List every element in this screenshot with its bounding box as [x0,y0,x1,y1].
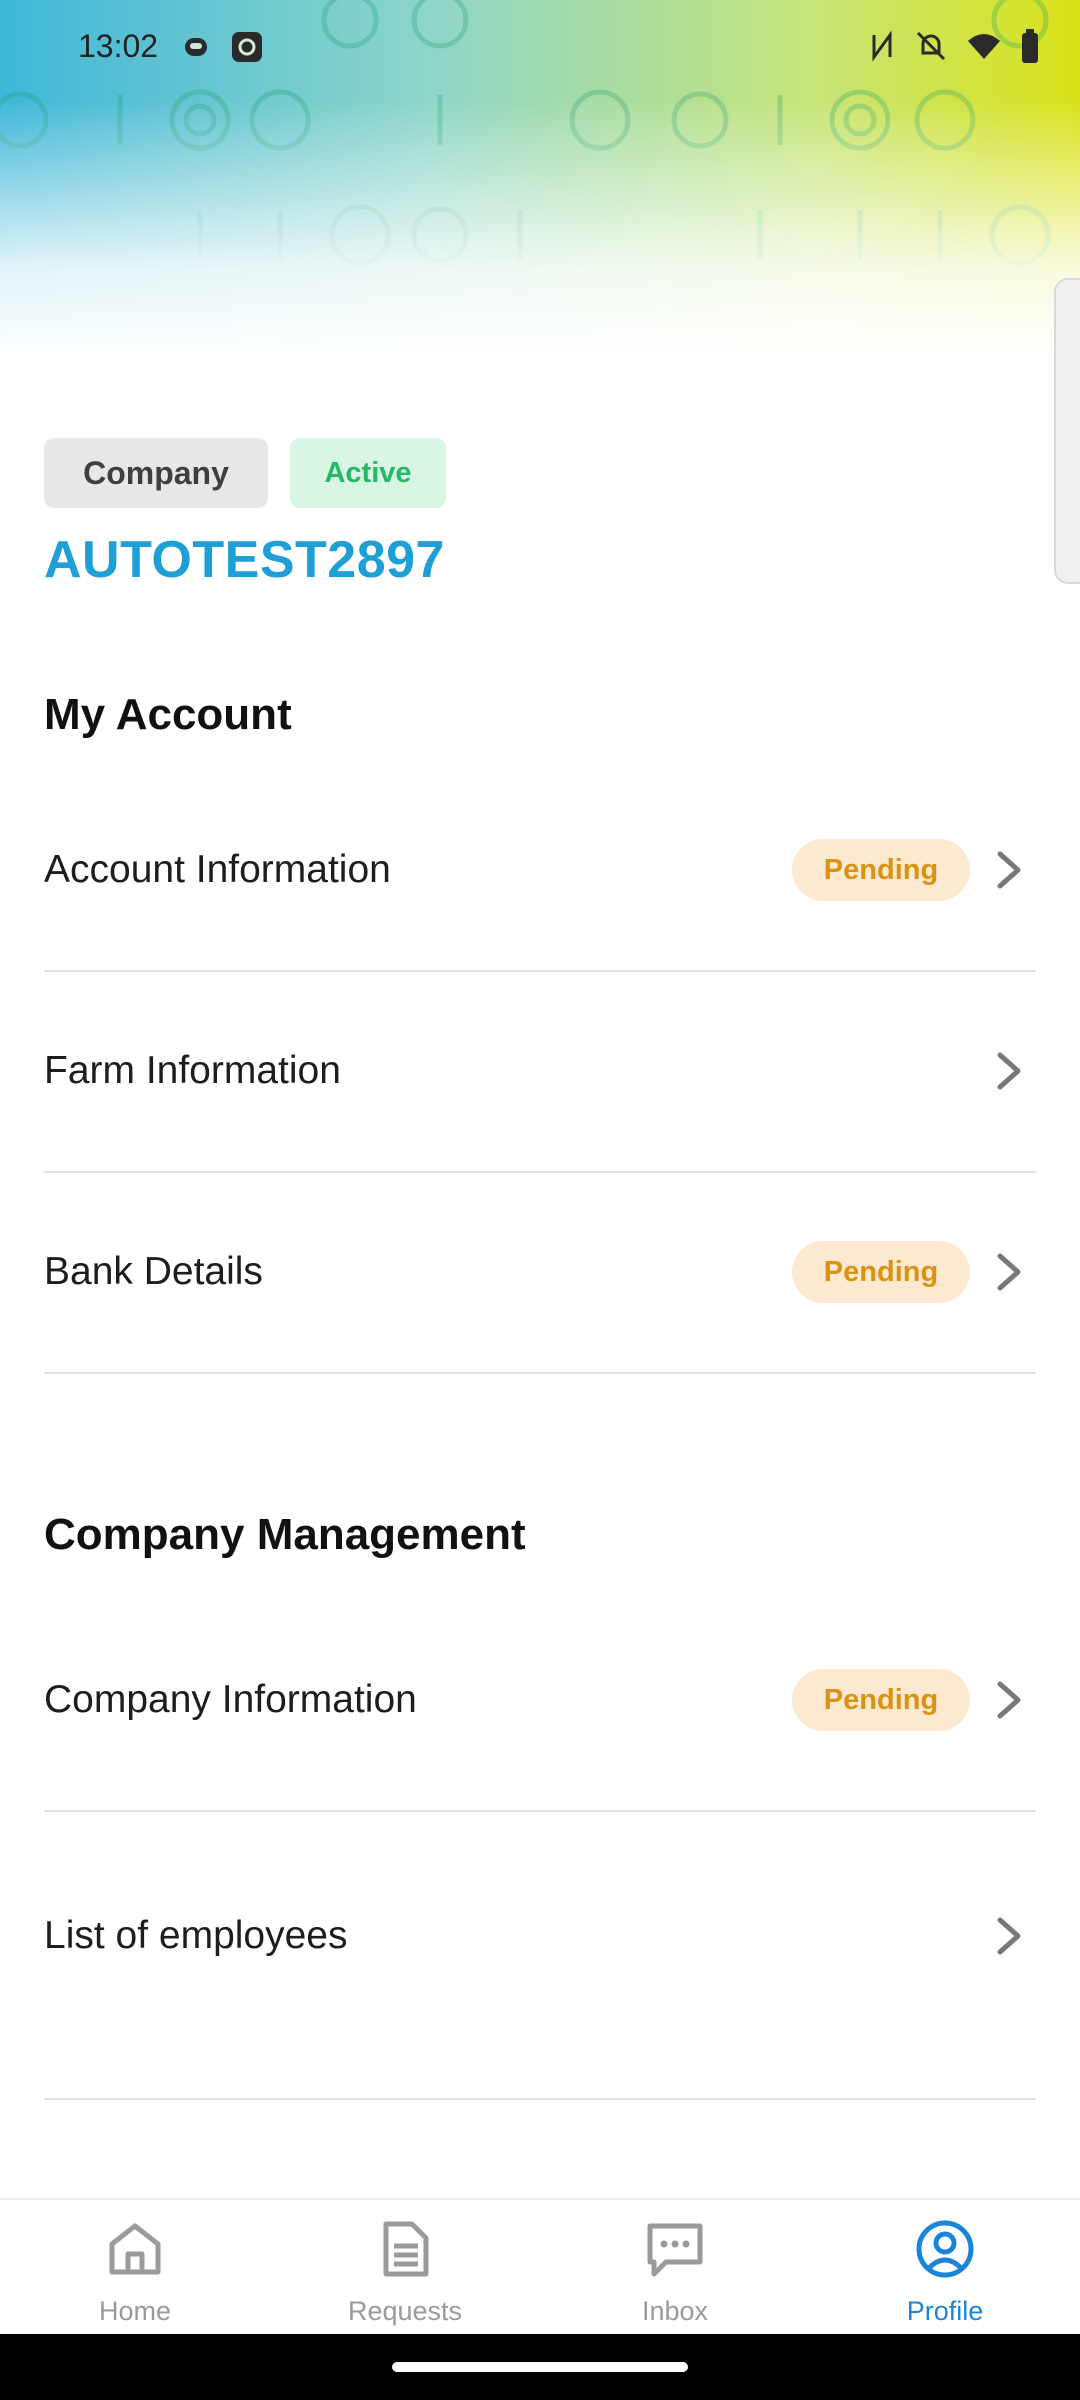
company-type-badge: Company [44,438,268,508]
company-name: AUTOTEST2897 [44,531,445,589]
system-gesture-area [0,2334,1080,2400]
nav-requests[interactable]: Requests [305,2200,505,2336]
nav-label: Profile [906,2296,984,2326]
company-status-badge: Active [290,438,446,508]
profile-icon [916,2220,974,2278]
bottom-navigation: Home Requests Inbox Profile [0,2198,1080,2336]
nav-label: Inbox [641,2296,709,2326]
row-label: List of employees [44,1914,348,1957]
row-label: Bank Details [44,1250,263,1293]
nav-profile[interactable]: Profile [845,2200,1045,2336]
bot-icon [185,38,207,56]
nav-label: Home [98,2296,172,2326]
wifi-icon [968,34,1000,59]
section-title-my-account: My Account [44,690,292,739]
nav-inbox[interactable]: Inbox [575,2200,775,2336]
chat-icon [647,2223,703,2277]
chevron-right-icon [997,1052,1021,1090]
chevron-right-icon [997,1681,1021,1719]
nfc-icon [872,30,892,62]
pending-badge: Pending [792,839,970,901]
scroll-handle[interactable] [1054,278,1080,584]
row-company-information[interactable]: Company Information Pending [44,1590,1036,1812]
gesture-bar[interactable] [392,2362,688,2372]
pending-badge: Pending [792,1669,970,1731]
pending-badge: Pending [792,1241,970,1303]
nav-label: Requests [347,2296,463,2326]
section-title-company-management: Company Management [44,1510,526,1559]
row-list-of-employees[interactable]: List of employees [44,1812,1036,2100]
home-icon [109,2223,161,2275]
document-icon [383,2221,429,2277]
chevron-right-icon [997,851,1021,889]
row-label: Company Information [44,1678,417,1721]
row-label: Account Information [44,848,391,891]
chevron-right-icon [997,1253,1021,1291]
nav-home[interactable]: Home [35,2200,235,2336]
screenshot-icon [232,32,262,62]
row-label: Farm Information [44,1049,341,1092]
status-time: 13:02 [78,28,159,64]
mute-bell-icon [916,31,946,61]
battery-icon [1022,29,1038,63]
company-badges: Company Active [44,438,446,508]
chevron-right-icon [997,1917,1021,1955]
status-bar: 13:02 [0,0,1080,96]
row-account-information[interactable]: Account Information Pending [44,770,1036,972]
row-bank-details[interactable]: Bank Details Pending [44,1172,1036,1374]
row-farm-information[interactable]: Farm Information [44,971,1036,1173]
